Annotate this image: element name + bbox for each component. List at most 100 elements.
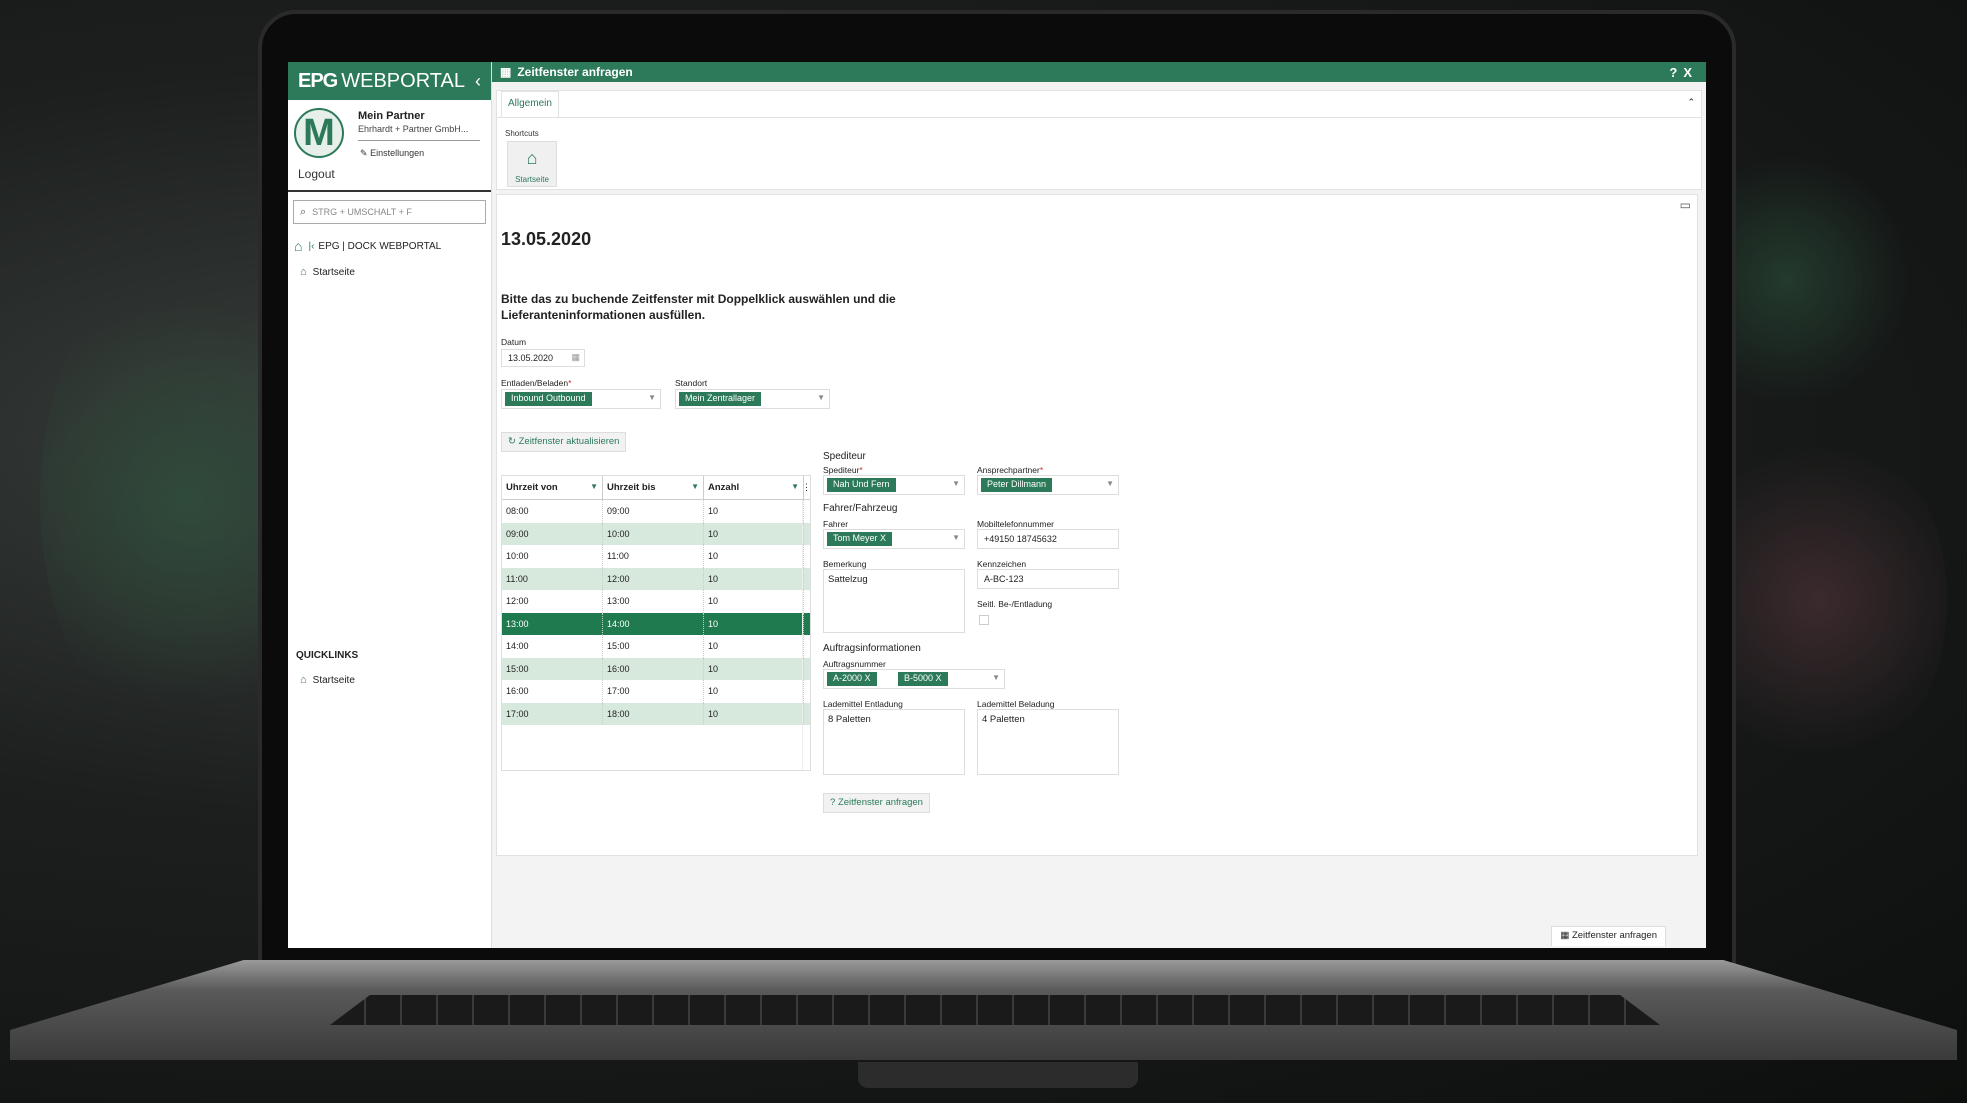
cell: 10 — [704, 657, 804, 680]
collapse-sidebar-icon[interactable]: ‹ — [475, 71, 481, 92]
auftragsnummer-select[interactable]: A-2000 X B-5000 X ▼ — [823, 669, 1005, 689]
chevron-down-icon[interactable]: ▼ — [817, 393, 825, 402]
tab-allgemein[interactable]: Allgemein — [501, 91, 559, 117]
table-row[interactable]: 15:00 16:00 10 — [502, 657, 810, 680]
scrollbar[interactable] — [802, 500, 810, 770]
search-box[interactable]: ⌕ STRG + UMSCHALT + F — [293, 200, 486, 224]
spediteur-select[interactable]: Nah Und Fern ▼ — [823, 475, 965, 495]
collapse-up-icon[interactable]: ⌃ — [1687, 97, 1695, 108]
brand-logo: EPG — [298, 69, 338, 92]
table-row[interactable]: 09:00 10:00 10 — [502, 522, 810, 545]
close-icon[interactable]: X — [1683, 65, 1698, 80]
quicklink-startseite[interactable]: ⌂ Startseite — [300, 674, 355, 686]
cell: 16:00 — [502, 680, 603, 703]
table-row[interactable]: 14:00 15:00 10 — [502, 635, 810, 658]
chevron-down-icon[interactable]: ▼ — [648, 393, 656, 402]
ansprechpartner-value: Peter Dillmann — [981, 478, 1053, 492]
home-icon[interactable]: ⌂ — [294, 238, 302, 254]
chevron-down-icon[interactable]: ▼ — [952, 479, 960, 488]
cell: 18:00 — [603, 702, 704, 725]
standort-label: Standort — [675, 378, 708, 388]
cell: 10 — [704, 522, 804, 545]
standort-select[interactable]: Mein Zentrallager ▼ — [675, 389, 830, 409]
settings-link[interactable]: ✎ Einstellungen — [360, 148, 424, 159]
column-menu-icon[interactable]: ⋮ — [802, 482, 811, 493]
shortcut-startseite[interactable]: ⌂ Startseite — [507, 141, 557, 187]
refresh-button[interactable]: ↻ Zeitfenster aktualisieren — [501, 432, 627, 452]
cell: 10 — [704, 500, 804, 523]
cell: 15:00 — [502, 657, 603, 680]
monitor-icon[interactable]: ▭ — [1680, 198, 1691, 212]
fahrer-section-title: Fahrer/Fahrzeug — [823, 503, 898, 514]
column-header[interactable]: Uhrzeit von ▼ — [502, 476, 603, 499]
chevron-down-icon[interactable]: ▼ — [992, 673, 1000, 682]
spediteur-value: Nah Und Fern — [827, 478, 896, 492]
laptop-hinge — [858, 1062, 1138, 1088]
column-header[interactable]: Uhrzeit bis ▼ — [603, 476, 704, 499]
chevron-down-icon[interactable]: ▼ — [1106, 479, 1114, 488]
window-controls: ?X — [1669, 65, 1698, 80]
entladen-select[interactable]: Inbound Outbound ▼ — [501, 389, 661, 409]
required-marker: * — [568, 378, 572, 388]
seitl-checkbox[interactable] — [979, 615, 989, 625]
ansprechpartner-select[interactable]: Peter Dillmann ▼ — [977, 475, 1119, 495]
cell: 10 — [704, 545, 804, 568]
cell: 12:00 — [603, 567, 704, 590]
fahrer-select[interactable]: Tom Meyer X ▼ — [823, 529, 965, 549]
refresh-label: Zeitfenster aktualisieren — [518, 436, 620, 447]
grid-header: Uhrzeit von ▼ Uhrzeit bis ▼ Anzahl ▼ — [502, 476, 810, 500]
filter-icon[interactable]: ▼ — [791, 482, 799, 491]
help-icon[interactable]: ? — [1669, 65, 1683, 80]
brand-bar: EPG WEBPORTAL ‹ — [288, 62, 491, 100]
screen: EPG WEBPORTAL ‹ M Logout Mein Partner Eh… — [288, 62, 1706, 948]
settings-label: Einstellungen — [370, 148, 425, 158]
table-row[interactable]: 11:00 12:00 10 — [502, 567, 810, 590]
cell: 13:00 — [502, 612, 603, 635]
back-chevron-icon[interactable]: |‹ — [308, 241, 314, 252]
cell: 11:00 — [603, 545, 704, 568]
table-row[interactable]: 16:00 17:00 10 — [502, 680, 810, 703]
entladung-textarea[interactable]: 8 Paletten — [823, 709, 965, 775]
table-row[interactable]: 08:00 09:00 10 — [502, 500, 810, 523]
kennzeichen-input[interactable]: A-BC-123 — [977, 569, 1119, 589]
window-titlebar: ▦ Zeitfenster anfragen ?X — [492, 62, 1706, 82]
date-field[interactable]: 13.05.2020 ▦ — [501, 349, 585, 367]
table-row[interactable]: 17:00 18:00 10 — [502, 702, 810, 725]
table-row[interactable]: 12:00 13:00 10 — [502, 590, 810, 613]
auftrag-section-title: Auftragsinformationen — [823, 643, 921, 654]
mobil-input[interactable]: +49150 18745632 — [977, 529, 1119, 549]
column-header-label: Anzahl — [708, 482, 740, 493]
chevron-down-icon[interactable]: ▼ — [952, 533, 960, 542]
mobil-label: Mobiltelefonnummer — [977, 519, 1055, 529]
filter-icon[interactable]: ▼ — [691, 482, 699, 491]
logout-link[interactable]: Logout — [298, 167, 335, 181]
instruction-text: Bitte das zu buchende Zeitfenster mit Do… — [501, 292, 896, 322]
auftrag-tag[interactable]: B-5000 X — [898, 672, 948, 686]
calendar-icon[interactable]: ▦ — [571, 352, 580, 363]
timeslot-grid: Uhrzeit von ▼ Uhrzeit bis ▼ Anzahl ▼ ⋮ 08:0… — [501, 475, 811, 771]
table-row[interactable]: 10:00 11:00 10 — [502, 545, 810, 568]
fahrer-tag[interactable]: Tom Meyer X — [827, 532, 893, 546]
tab-panel: Allgemein ⌃ Shortcuts ⌂ Startseite — [496, 90, 1702, 190]
cell: 13:00 — [603, 590, 704, 613]
search-input[interactable]: STRG + UMSCHALT + F — [312, 207, 412, 217]
request-timeslot-button[interactable]: ? Zeitfenster anfragen — [823, 793, 930, 813]
table-row-selected[interactable]: 13:00 14:00 10 — [502, 612, 810, 635]
brand-name: WEBPORTAL — [341, 69, 465, 92]
required-marker: * — [1039, 465, 1044, 475]
datum-label: Datum — [501, 337, 527, 347]
auftragsnummer-label: Auftragsnummer — [823, 659, 886, 669]
cell: 15:00 — [603, 635, 704, 658]
column-header[interactable]: Anzahl ▼ — [704, 476, 804, 499]
request-timeslot-label: Zeitfenster anfragen — [837, 797, 923, 808]
breadcrumb-label[interactable]: EPG | DOCK WEBPORTAL — [318, 241, 441, 252]
breadcrumb: ⌂ |‹ EPG | DOCK WEBPORTAL — [288, 232, 491, 260]
statusbar-item[interactable]: ▦ Zeitfenster anfragen — [1551, 926, 1666, 946]
auftrag-tag[interactable]: A-2000 X — [827, 672, 877, 686]
filter-icon[interactable]: ▼ — [590, 482, 598, 491]
avatar[interactable]: M — [294, 108, 344, 158]
sidebar-item-startseite[interactable]: ⌂ Startseite — [288, 260, 491, 284]
cell: 10 — [704, 590, 804, 613]
beladung-textarea[interactable]: 4 Paletten — [977, 709, 1119, 775]
bemerkung-textarea[interactable]: Sattelzug — [823, 569, 965, 633]
